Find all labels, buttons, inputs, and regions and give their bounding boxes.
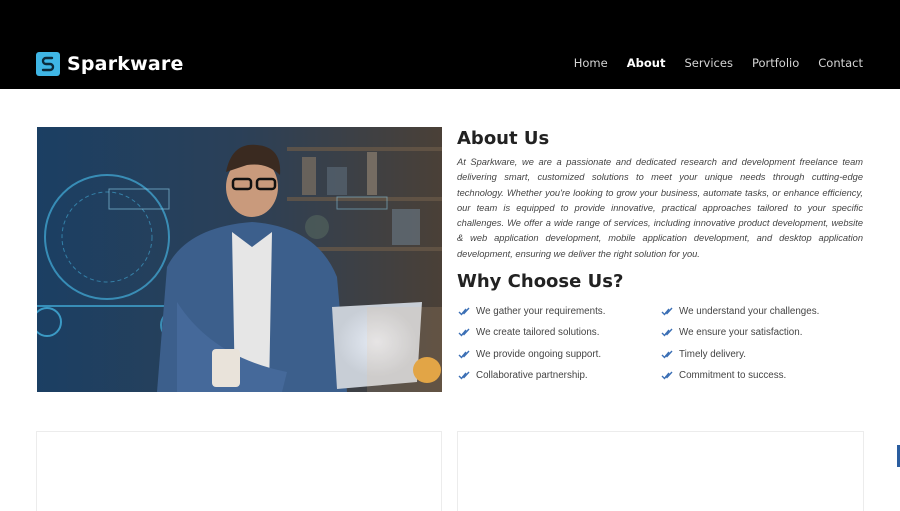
about-heading: About Us bbox=[457, 128, 550, 149]
brand-name: Sparkware bbox=[67, 53, 184, 75]
nav-portfolio[interactable]: Portfolio bbox=[752, 56, 799, 70]
why-choose-us-heading: Why Choose Us? bbox=[457, 271, 624, 292]
list-item: We provide ongoing support. bbox=[458, 347, 661, 361]
list-item-label: We provide ongoing support. bbox=[476, 348, 602, 360]
double-check-icon bbox=[661, 307, 673, 316]
double-check-icon bbox=[458, 371, 470, 380]
list-item-label: We create tailored solutions. bbox=[476, 327, 600, 339]
list-item: Collaborative partnership. bbox=[458, 369, 661, 383]
list-item: We ensure your satisfaction. bbox=[661, 326, 863, 340]
nav-contact[interactable]: Contact bbox=[818, 56, 863, 70]
why-choose-us-list: We gather your requirements. We understa… bbox=[458, 304, 863, 383]
nav-about[interactable]: About bbox=[627, 56, 666, 70]
sparkware-logo-icon bbox=[36, 52, 60, 76]
service-card-right bbox=[457, 431, 864, 511]
double-check-icon bbox=[661, 328, 673, 337]
double-check-icon bbox=[458, 350, 470, 359]
list-item-label: Collaborative partnership. bbox=[476, 370, 588, 382]
list-item: Timely delivery. bbox=[661, 347, 863, 361]
nav-home[interactable]: Home bbox=[574, 56, 608, 70]
list-item-label: We understand your challenges. bbox=[679, 305, 820, 317]
double-check-icon bbox=[458, 307, 470, 316]
double-check-icon bbox=[458, 328, 470, 337]
list-item-label: We gather your requirements. bbox=[476, 305, 606, 317]
list-item: We create tailored solutions. bbox=[458, 326, 661, 340]
nav-services[interactable]: Services bbox=[684, 56, 733, 70]
double-check-icon bbox=[661, 350, 673, 359]
about-description: At Sparkware, we are a passionate and de… bbox=[457, 157, 863, 259]
main-nav: Home About Services Portfolio Contact bbox=[574, 56, 863, 70]
list-item-label: Commitment to success. bbox=[679, 370, 787, 382]
developer-at-laptop-image bbox=[37, 127, 442, 392]
site-header: Sparkware Home About Services Portfolio … bbox=[0, 0, 900, 89]
list-item: We gather your requirements. bbox=[458, 304, 661, 318]
brand-logo-link[interactable]: Sparkware bbox=[36, 52, 184, 76]
list-item: We understand your challenges. bbox=[661, 304, 863, 318]
list-item: Commitment to success. bbox=[661, 369, 863, 383]
double-check-icon bbox=[661, 371, 673, 380]
list-item-label: We ensure your satisfaction. bbox=[679, 327, 803, 339]
list-item-label: Timely delivery. bbox=[679, 348, 746, 360]
service-card-left bbox=[36, 431, 442, 511]
